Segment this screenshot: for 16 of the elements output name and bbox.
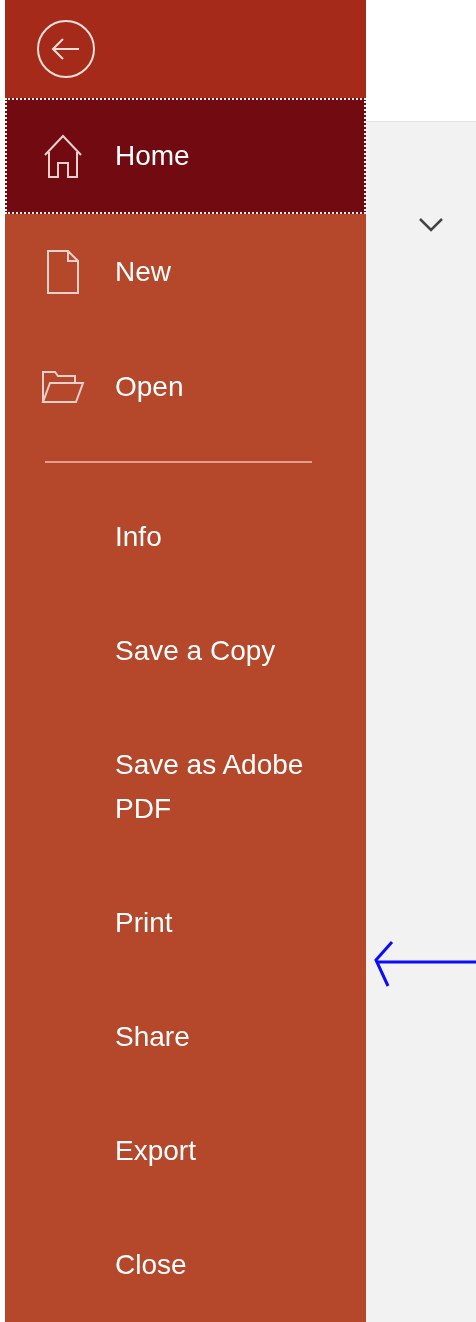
back-arrow-icon xyxy=(51,36,81,61)
sidebar-item[interactable]: Open xyxy=(5,329,366,444)
document-icon xyxy=(45,248,80,295)
sidebar-item[interactable]: Print xyxy=(5,866,366,980)
chevron-down-icon[interactable] xyxy=(418,217,444,233)
sidebar-item[interactable]: New xyxy=(5,213,366,330)
sidebar-item[interactable]: Export xyxy=(5,1094,366,1208)
sidebar-item[interactable]: Save a Copy xyxy=(5,594,366,708)
home-icon xyxy=(42,132,83,179)
folder-icon xyxy=(40,369,85,404)
sidebar-item[interactable]: Save as Adobe PDF xyxy=(5,708,366,866)
sidebar-item[interactable]: Close xyxy=(5,1208,366,1322)
sidebar-item[interactable]: Share xyxy=(5,980,366,1094)
back-button[interactable] xyxy=(37,19,95,78)
sidebar-item[interactable]: Home xyxy=(5,97,366,214)
sidebar-item[interactable]: Info xyxy=(5,480,366,594)
